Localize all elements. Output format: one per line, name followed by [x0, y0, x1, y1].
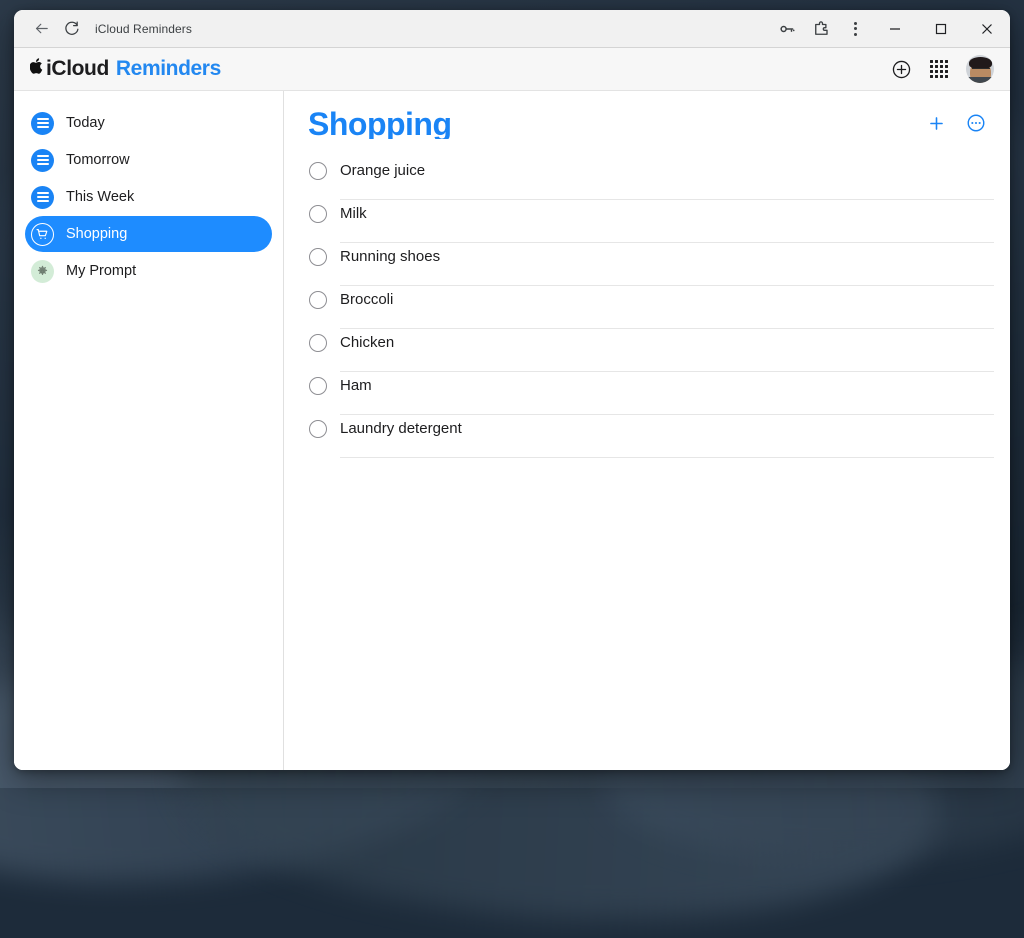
reminder-checkbox[interactable] — [309, 247, 327, 266]
sidebar-item-label: Today — [66, 115, 105, 131]
gear-icon — [31, 259, 54, 283]
reminder-checkbox[interactable] — [309, 333, 327, 352]
avatar[interactable] — [966, 55, 994, 83]
reminders-list: Orange juice Milk Running shoes Broccoli… — [308, 149, 994, 458]
reminder-title[interactable]: Milk — [340, 205, 994, 243]
icloud-brand[interactable]: iCloud Reminders — [29, 57, 221, 81]
reminder-title[interactable]: Chicken — [340, 334, 994, 372]
brand-icloud-text: iCloud — [46, 57, 109, 80]
brand-app-name: Reminders — [115, 57, 221, 80]
sidebar-item-my-prompt[interactable]: My Prompt — [25, 253, 272, 289]
reminder-checkbox[interactable] — [309, 419, 327, 438]
list-icon — [31, 148, 54, 172]
sidebar-item-label: Tomorrow — [66, 152, 130, 168]
reminder-title[interactable]: Broccoli — [340, 291, 994, 329]
header-actions — [891, 55, 994, 83]
reminder-title[interactable]: Orange juice — [340, 162, 994, 200]
minimize-button[interactable] — [872, 10, 918, 47]
close-button[interactable] — [964, 10, 1010, 47]
sidebar-item-today[interactable]: Today — [25, 105, 272, 141]
reload-icon[interactable] — [56, 14, 86, 44]
table-row[interactable]: Chicken — [308, 321, 994, 372]
sidebar-item-label: My Prompt — [66, 263, 137, 279]
puzzle-piece-icon[interactable] — [804, 10, 838, 47]
reminder-checkbox[interactable] — [309, 204, 327, 223]
maximize-button[interactable] — [918, 10, 964, 47]
sidebar-item-shopping[interactable]: Shopping — [25, 216, 272, 252]
table-row[interactable]: Laundry detergent — [308, 407, 994, 458]
avatar-shirt — [966, 77, 994, 83]
page-title: Shopping — [308, 109, 452, 139]
plus-icon[interactable] — [927, 114, 946, 133]
app-body: Today Tomorrow This Week Shopping My Pro… — [14, 91, 1010, 770]
icloud-app-header: iCloud Reminders — [14, 48, 1010, 91]
more-circle-icon[interactable] — [966, 113, 986, 133]
table-row[interactable]: Running shoes — [308, 235, 994, 286]
sidebar-item-label: Shopping — [66, 226, 128, 242]
browser-titlebar: iCloud Reminders — [14, 10, 1010, 48]
reminder-title[interactable]: Running shoes — [340, 248, 994, 286]
reminders-panel: Shopping Orange juice Milk Running shoes… — [284, 91, 1010, 770]
reminders-header: Shopping — [308, 109, 986, 139]
table-row[interactable]: Milk — [308, 192, 994, 243]
reminder-title[interactable]: Ham — [340, 377, 994, 415]
table-row[interactable]: Broccoli — [308, 278, 994, 329]
three-dot-glyph — [853, 21, 857, 36]
reminder-checkbox[interactable] — [309, 290, 327, 309]
avatar-glasses — [972, 68, 990, 73]
apple-logo-icon — [29, 57, 45, 79]
sidebar-item-tomorrow[interactable]: Tomorrow — [25, 142, 272, 178]
back-arrow-icon[interactable] — [26, 14, 56, 44]
browser-window: iCloud Reminders iCloud Reminders Today … — [14, 10, 1010, 770]
list-icon — [31, 185, 54, 209]
reminder-checkbox[interactable] — [309, 376, 327, 395]
table-row[interactable]: Ham — [308, 364, 994, 415]
reminder-checkbox[interactable] — [309, 161, 327, 180]
table-row[interactable]: Orange juice — [308, 149, 994, 200]
list-icon — [31, 111, 54, 135]
browser-tab-title: iCloud Reminders — [95, 21, 192, 36]
sidebar-item-label: This Week — [66, 189, 135, 205]
shopping-cart-icon — [31, 222, 54, 246]
reminders-actions — [927, 109, 986, 133]
three-dot-menu-icon[interactable] — [838, 10, 872, 47]
key-icon[interactable] — [770, 10, 804, 47]
titlebar-controls — [770, 10, 1010, 47]
reminder-title[interactable]: Laundry detergent — [340, 420, 994, 458]
sidebar: Today Tomorrow This Week Shopping My Pro… — [14, 91, 284, 770]
app-grid-icon[interactable] — [930, 60, 948, 78]
plus-circle-icon[interactable] — [891, 59, 912, 80]
sidebar-item-this-week[interactable]: This Week — [25, 179, 272, 215]
